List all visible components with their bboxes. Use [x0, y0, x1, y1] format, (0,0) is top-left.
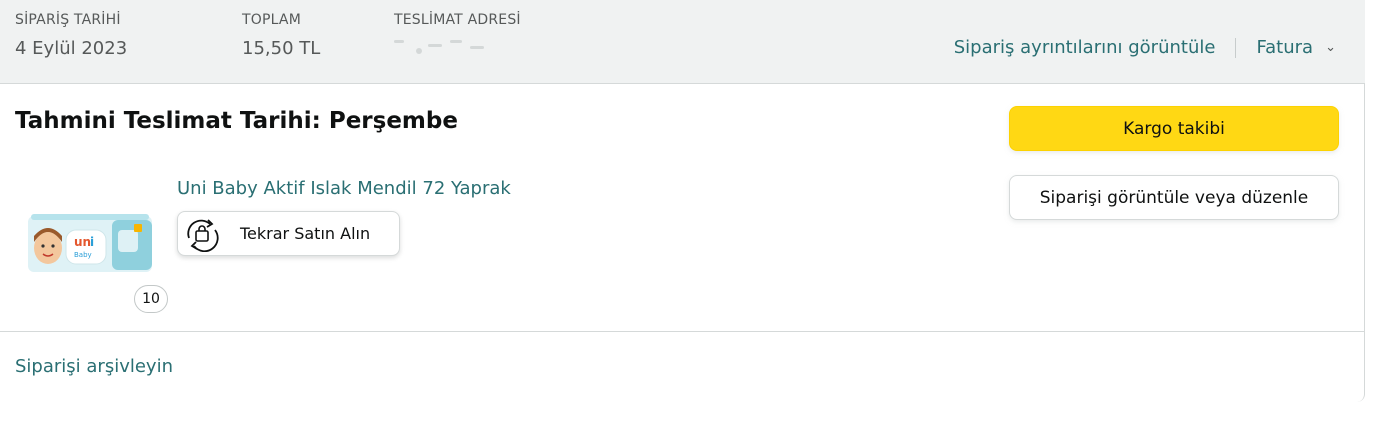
- view-order-details-link[interactable]: Sipariş ayrıntılarını görüntüle: [954, 37, 1216, 58]
- order-card: SİPARİŞ TARİHİ 4 Eylül 2023 TOPLAM 15,50…: [0, 0, 1365, 402]
- delivery-estimate-title: Tahmini Teslimat Tarihi: Perşembe: [15, 108, 458, 134]
- svg-text:un: un: [74, 235, 91, 249]
- buy-again-button[interactable]: Tekrar Satın Alın: [177, 211, 400, 256]
- buy-again-label: Tekrar Satın Alın: [240, 224, 371, 243]
- product-title-link[interactable]: Uni Baby Aktif Islak Mendil 72 Yaprak: [177, 178, 511, 199]
- order-total-value: 15,50 TL: [242, 38, 321, 59]
- buy-again-icon: [182, 216, 220, 253]
- view-edit-order-button[interactable]: Siparişi görüntüle veya düzenle: [1009, 175, 1339, 220]
- product-thumbnail[interactable]: un i Baby: [28, 212, 152, 276]
- archive-order-link[interactable]: Siparişi arşivleyin: [15, 356, 173, 377]
- chevron-down-icon: ⌄: [1325, 40, 1336, 55]
- quantity-badge: 10: [134, 285, 168, 313]
- track-package-button[interactable]: Kargo takibi: [1009, 106, 1339, 151]
- order-date-label: SİPARİŞ TARİHİ: [15, 12, 121, 28]
- order-total-label: TOPLAM: [242, 12, 301, 28]
- link-separator: [1235, 37, 1237, 58]
- delivery-address-label: TESLİMAT ADRESİ: [394, 12, 521, 28]
- invoice-link[interactable]: Fatura ⌄: [1256, 37, 1336, 58]
- svg-text:Baby: Baby: [74, 251, 92, 259]
- order-date-value: 4 Eylül 2023: [15, 38, 128, 59]
- order-header: SİPARİŞ TARİHİ 4 Eylül 2023 TOPLAM 15,50…: [0, 0, 1365, 84]
- order-header-links: Sipariş ayrıntılarını görüntüle Fatura ⌄: [954, 37, 1336, 58]
- invoice-label: Fatura: [1256, 37, 1314, 58]
- footer-divider: [0, 331, 1365, 332]
- svg-text:i: i: [90, 235, 94, 249]
- delivery-address-redacted[interactable]: [394, 36, 490, 60]
